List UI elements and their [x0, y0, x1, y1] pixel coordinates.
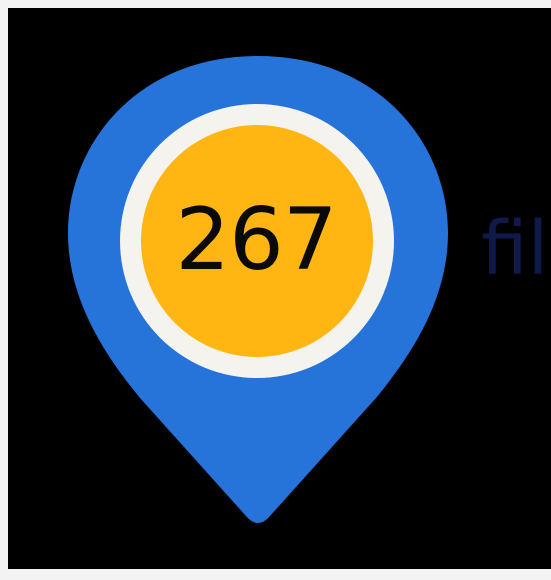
trailing-text: fil — [481, 206, 549, 292]
image-frame: 267 fil — [8, 8, 551, 569]
pin-count-label: 267 — [175, 190, 337, 290]
